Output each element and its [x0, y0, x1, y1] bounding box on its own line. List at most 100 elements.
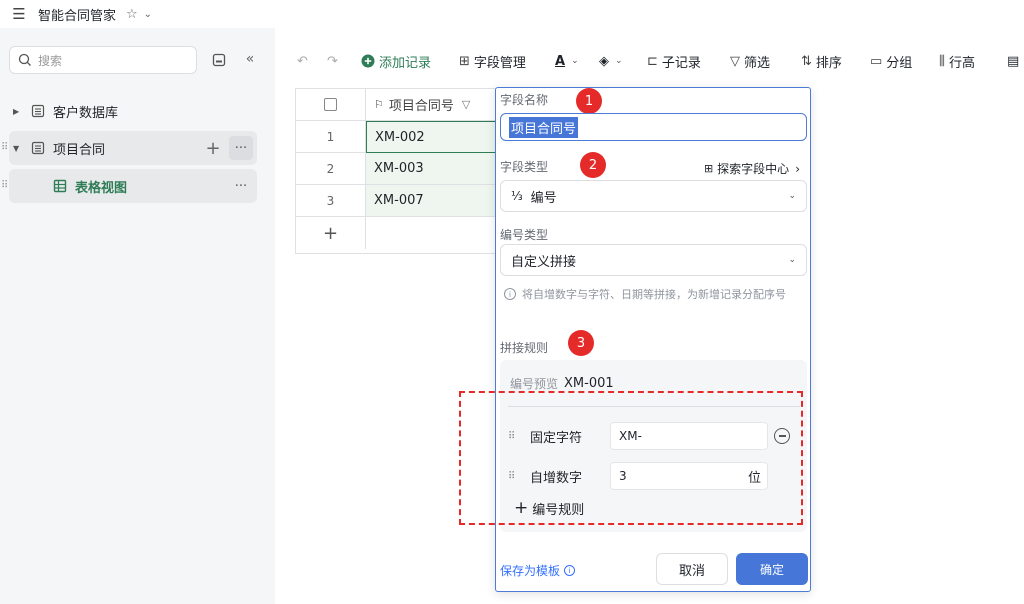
row-height-icon: ⫼ — [939, 53, 945, 69]
annotation-badge: 3 — [568, 330, 594, 356]
filter-button[interactable]: ▽ 筛选 — [730, 52, 770, 71]
table-icon — [31, 104, 45, 118]
sidebar-item-label: 客户数据库 — [53, 105, 119, 121]
add-record-label: 添加记录 — [379, 55, 432, 71]
data-grid: ⚐ 项目合同号 ▽ 1 XM-002 2 XM-003 3 XM-007 + — [295, 88, 497, 254]
sidebar-item-project-contract[interactable]: ▼ 项目合同 + ··· — [9, 131, 257, 165]
sidebar-item-customer-db[interactable]: ▶ 客户数据库 — [9, 94, 257, 128]
star-icon[interactable]: ☆ — [126, 7, 138, 22]
table-cell[interactable]: XM-003 — [366, 153, 496, 185]
caret-down-icon[interactable]: ▼ — [13, 144, 25, 153]
group-label: 分组 — [886, 55, 913, 71]
toolbar: ↶ ↷ 添加记录 ⊞ 字段管理 A ⌄ ◈ ⌄ ⊏ 子记录 ▽ 筛选 ⇅ 排序 … — [275, 44, 1024, 78]
preview-label: 编号预览 — [510, 377, 559, 391]
folder-icon: ▭ — [870, 53, 883, 69]
caret-right-icon[interactable]: ▶ — [13, 107, 25, 116]
chevron-right-icon: › — [795, 161, 800, 176]
document-title[interactable]: 智能合同管家 — [38, 5, 116, 24]
more-icon[interactable]: ··· — [229, 136, 253, 160]
sidebar-item-label: 表格视图 — [75, 180, 128, 196]
rules-label: 拼接规则 — [500, 341, 549, 355]
select-all-checkbox[interactable] — [296, 89, 366, 121]
sort-label: 排序 — [815, 55, 842, 71]
info-icon: i — [504, 288, 516, 300]
save-template-label: 保存为模板 — [500, 564, 561, 578]
field-name-value: 项目合同号 — [509, 116, 579, 138]
row-index: 1 — [296, 121, 366, 153]
confirm-button[interactable]: 确定 — [736, 553, 808, 585]
chevron-down-icon: ⌄ — [788, 191, 796, 201]
row-height-label: 行高 — [948, 55, 975, 71]
search-placeholder: 搜索 — [38, 53, 63, 68]
number-type-select[interactable]: 自定义拼接 ⌄ — [500, 244, 807, 276]
filter-icon: ▽ — [730, 53, 740, 69]
text-color-button[interactable]: A ⌄ — [555, 54, 579, 69]
chevron-down-icon: ⌄ — [571, 56, 579, 66]
group-button[interactable]: ▭ 分组 — [870, 52, 912, 71]
field-type-value: 编号 — [530, 190, 557, 206]
drag-handle-icon[interactable]: ⠿ — [1, 142, 8, 153]
drag-handle-icon[interactable]: ⠿ — [1, 180, 8, 191]
search-input[interactable]: 搜索 — [9, 46, 197, 74]
apps-icon: ⊞ — [703, 162, 714, 175]
number-preview: 编号预览 XM-001 — [510, 375, 614, 392]
field-manage-label: 字段管理 — [473, 55, 526, 71]
collapse-sidebar-icon[interactable]: « — [241, 50, 259, 68]
number-type-label: 编号类型 — [500, 228, 549, 242]
flag-icon: ⚐ — [374, 98, 384, 111]
sort-button[interactable]: ⇅ 排序 — [801, 52, 842, 71]
row-index: 3 — [296, 185, 366, 217]
more-icon[interactable]: ··· — [229, 174, 253, 198]
sub-record-button[interactable]: ⊏ 子记录 — [647, 52, 701, 71]
empty-cell — [366, 217, 496, 249]
number-type-hint: i 将自增数字与字符、日期等拼接，为新增记录分配序号 — [504, 286, 804, 303]
text-color-icon: A — [555, 53, 566, 69]
menu-icon[interactable]: ☰ — [10, 5, 28, 23]
explore-field-center-link[interactable]: ⊞ 探索字段中心 › — [704, 160, 800, 177]
fill-color-button[interactable]: ◈ ⌄ — [599, 54, 623, 69]
annotation-highlight-box — [459, 391, 803, 525]
search-icon — [18, 53, 31, 66]
sidebar-item-label: 项目合同 — [53, 142, 106, 158]
hint-text: 将自增数字与字符、日期等拼接，为新增记录分配序号 — [522, 288, 786, 301]
chevron-down-icon[interactable]: ⌄ — [144, 9, 152, 20]
sidebar-item-grid-view[interactable]: 表格视图 ··· — [9, 169, 257, 203]
row-index: 2 — [296, 153, 366, 185]
save-as-template-link[interactable]: 保存为模板 i — [500, 562, 576, 579]
add-icon[interactable]: + — [203, 138, 223, 159]
sidebar: 搜索 « ▶ 客户数据库 ⠿ ▼ 项目合同 + ··· ⠿ 表格视图 ··· — [0, 28, 275, 604]
add-record-button[interactable]: 添加记录 — [361, 52, 431, 71]
info-icon: i — [564, 565, 576, 576]
explore-link-label: 探索字段中心 — [717, 162, 790, 176]
sub-record-icon: ⊏ — [647, 53, 658, 69]
table-cell[interactable]: XM-007 — [366, 185, 496, 217]
row-height-button[interactable]: ⫼ 行高 — [939, 52, 975, 71]
redo-icon[interactable]: ↷ — [327, 54, 338, 69]
title-bar: ☰ 智能合同管家 ☆ ⌄ — [0, 0, 1024, 28]
sub-record-label: 子记录 — [661, 55, 701, 71]
annotation-badge: 2 — [580, 152, 606, 178]
cancel-button[interactable]: 取消 — [656, 553, 728, 585]
item-actions: + ··· — [203, 136, 253, 160]
field-name-input[interactable]: 项目合同号 — [500, 113, 807, 141]
filter-label: 筛选 — [744, 55, 771, 71]
field-manage-button[interactable]: ⊞ 字段管理 — [459, 52, 526, 71]
add-row-button[interactable]: + — [296, 217, 366, 249]
undo-icon[interactable]: ↶ — [297, 54, 308, 69]
chevron-down-icon: ⌄ — [788, 255, 796, 265]
grid-view-icon — [53, 179, 67, 193]
column-header[interactable]: ⚐ 项目合同号 ▽ — [366, 89, 496, 121]
table-cell[interactable]: XM-002 — [366, 121, 496, 153]
number-type-value: 自定义拼接 — [511, 254, 577, 270]
field-grid-icon: ⊞ — [459, 53, 470, 69]
sidebar-panel-icon[interactable] — [211, 52, 227, 68]
more-toolbar-icon[interactable]: ▤ — [1007, 54, 1019, 69]
field-type-label: 字段类型 — [500, 160, 549, 174]
sort-icon: ⇅ — [801, 53, 812, 69]
field-name-label: 字段名称 — [500, 93, 549, 107]
add-circle-icon — [361, 54, 375, 68]
table-icon — [31, 141, 45, 155]
filter-icon[interactable]: ▽ — [462, 98, 470, 111]
field-type-select[interactable]: ⅓ 编号 ⌄ — [500, 180, 807, 212]
item-actions: ··· — [229, 174, 253, 198]
